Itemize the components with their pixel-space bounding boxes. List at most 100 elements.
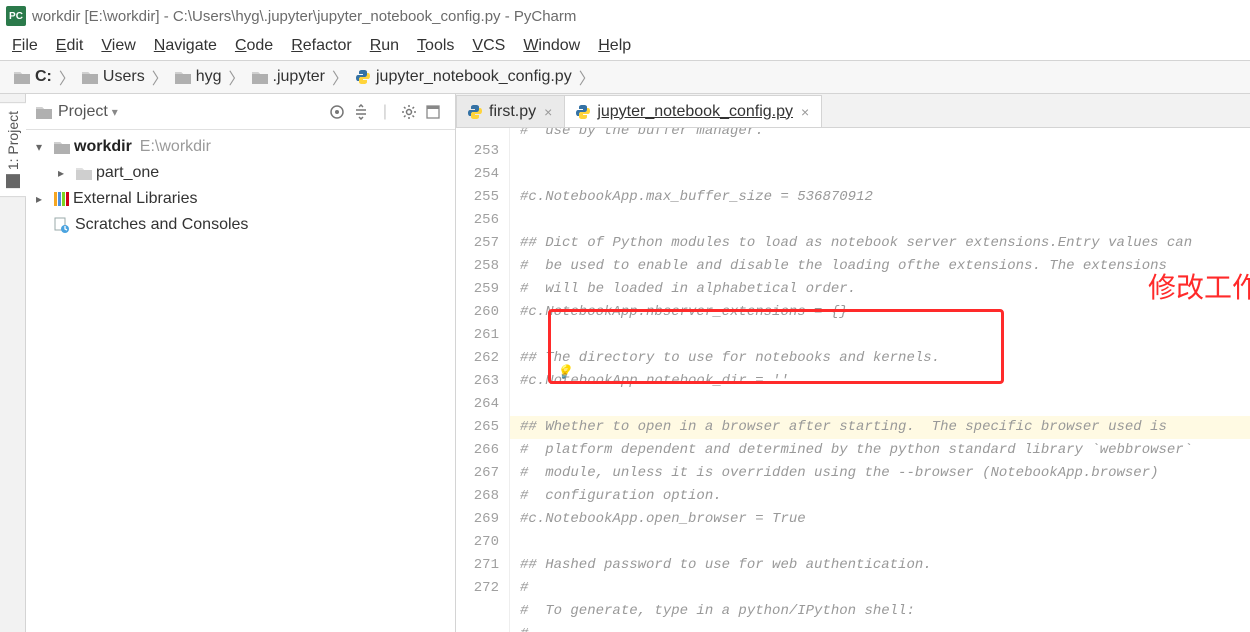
menu-item-view[interactable]: View xyxy=(101,37,135,55)
chevron-right-icon: 〉 xyxy=(576,65,598,89)
code-line[interactable]: # will be loaded in alphabetical order. xyxy=(520,278,1250,301)
window-title: workdir [E:\workdir] - C:\Users\hyg\.jup… xyxy=(32,8,576,25)
project-tool-tab[interactable]: 1: Project xyxy=(0,102,26,197)
tree-item-label: Scratches and Consoles xyxy=(75,216,248,234)
expand-arrow-icon[interactable] xyxy=(36,192,50,206)
menu-item-file[interactable]: File xyxy=(12,37,38,55)
menu-item-vcs[interactable]: VCS xyxy=(472,37,505,55)
scroll-from-source-button[interactable] xyxy=(325,100,349,124)
folder-icon xyxy=(76,166,92,180)
gutter-line-number: 256 xyxy=(456,209,499,232)
gutter-line-number: 261 xyxy=(456,324,499,347)
code-line[interactable] xyxy=(520,209,1250,232)
code-line[interactable] xyxy=(520,393,1250,416)
gutter-line-number: 271 xyxy=(456,554,499,577)
gutter-line-number: 270 xyxy=(456,531,499,554)
code-line[interactable]: # configuration option. xyxy=(520,485,1250,508)
code-line[interactable]: #c.NotebookApp.notebook_dir = '' xyxy=(520,370,1250,393)
crumb-users[interactable]: Users xyxy=(78,68,149,86)
chevron-right-icon: 〉 xyxy=(149,65,171,89)
crumb-hyg[interactable]: hyg xyxy=(171,68,226,86)
gutter-line-number: 260 xyxy=(456,301,499,324)
project-square-icon xyxy=(6,174,20,188)
code-line[interactable]: # module, unless it is overridden using … xyxy=(520,462,1250,485)
crumb-label: C: xyxy=(35,68,52,86)
chevron-right-icon: 〉 xyxy=(226,65,248,89)
folder-icon xyxy=(54,140,70,154)
python-file-icon xyxy=(467,104,483,120)
gutter-line-number: 269 xyxy=(456,508,499,531)
code-line[interactable]: #c.NotebookApp.max_buffer_size = 5368709… xyxy=(520,186,1250,209)
gutter-line-number: 272 xyxy=(456,577,499,600)
code-line[interactable]: #c.NotebookApp.open_browser = True xyxy=(520,508,1250,531)
main-split: 1: Project Project ▾ | xyxy=(0,94,1250,632)
code-line[interactable]: # be used to enable and disable the load… xyxy=(520,255,1250,278)
crumb-jupyter[interactable]: .jupyter xyxy=(248,68,329,86)
python-file-icon xyxy=(355,69,371,85)
scratches-icon xyxy=(53,217,71,233)
folder-icon xyxy=(82,70,98,84)
code-line[interactable]: # platform dependent and determined by t… xyxy=(520,439,1250,462)
chevron-right-icon: 〉 xyxy=(56,65,78,89)
libraries-icon xyxy=(54,192,69,206)
menu-bar: File Edit View Navigate Code Refactor Run Tools… xyxy=(0,32,1250,60)
editor-tabs: first.py× jupyter_notebook_config.py × xyxy=(456,94,1250,128)
editor-tab-jupyternotebookconfigpy[interactable]: jupyter_notebook_config.py × xyxy=(564,95,822,127)
tool-window-strip: 1: Project xyxy=(0,94,26,632)
tree-item-part-one[interactable]: part_one xyxy=(32,160,455,186)
chevron-right-icon: 〉 xyxy=(329,65,351,89)
project-panel-header: Project ▾ | xyxy=(26,94,455,130)
code-line[interactable]: # To generate, type in a python/IPython … xyxy=(520,600,1250,623)
code-line[interactable]: ## Whether to open in a browser after st… xyxy=(510,416,1250,439)
crumb-c[interactable]: C: xyxy=(10,68,56,86)
crumb-jupyternotebookconfigpy[interactable]: jupyter_notebook_config.py xyxy=(351,68,576,86)
menu-item-code[interactable]: Code xyxy=(235,37,273,55)
gutter-line-number: 254 xyxy=(456,163,499,186)
gutter-line-number: 263 xyxy=(456,370,499,393)
tree-external-libraries[interactable]: External Libraries xyxy=(32,186,455,212)
collapse-all-button[interactable] xyxy=(349,100,373,124)
code-area[interactable]: # use by the buffer manager. #c.Notebook… xyxy=(510,128,1250,632)
code-line[interactable]: # xyxy=(520,623,1250,632)
code-line[interactable]: # use by the buffer manager. xyxy=(520,128,1250,140)
tree-scratches[interactable]: Scratches and Consoles xyxy=(32,212,455,238)
code-editor[interactable]: 2532542552562572582592602612622632642652… xyxy=(456,128,1250,632)
menu-item-help[interactable]: Help xyxy=(598,37,631,55)
chevron-down-icon[interactable]: ▾ xyxy=(112,105,118,119)
settings-button[interactable] xyxy=(397,100,421,124)
gutter-line-number: 265 xyxy=(456,416,499,439)
gutter-line-number: 253 xyxy=(456,140,499,163)
menu-item-run[interactable]: Run xyxy=(370,37,399,55)
code-line[interactable] xyxy=(520,324,1250,347)
pycharm-logo-icon: PC xyxy=(6,6,26,26)
folder-icon xyxy=(175,70,191,84)
code-line[interactable]: #c.NotebookApp.nbserver_extensions = {} xyxy=(520,301,1250,324)
title-bar: PC workdir [E:\workdir] - C:\Users\hyg\.… xyxy=(0,0,1250,32)
tree-item-label: External Libraries xyxy=(73,190,198,208)
tree-root-name: workdir xyxy=(74,138,132,156)
hide-panel-button[interactable] xyxy=(421,100,445,124)
intention-bulb-icon[interactable]: 💡 xyxy=(556,361,572,384)
tab-label: jupyter_notebook_config.py xyxy=(597,103,793,121)
editor-tab-firstpy[interactable]: first.py× xyxy=(456,95,565,127)
menu-item-refactor[interactable]: Refactor xyxy=(291,37,351,55)
expand-arrow-icon[interactable] xyxy=(36,140,50,154)
editor-panel: first.py× jupyter_notebook_config.py × 253… xyxy=(456,94,1250,632)
code-line[interactable]: ## The directory to use for notebooks an… xyxy=(520,347,1250,370)
tree-item-label: part_one xyxy=(96,164,159,182)
gutter: 2532542552562572582592602612622632642652… xyxy=(456,128,510,632)
close-tab-icon[interactable]: × xyxy=(799,104,811,120)
menu-item-window[interactable]: Window xyxy=(523,37,580,55)
code-line[interactable]: # xyxy=(520,577,1250,600)
menu-item-edit[interactable]: Edit xyxy=(56,37,84,55)
code-line[interactable]: ## Dict of Python modules to load as not… xyxy=(520,232,1250,255)
menu-item-navigate[interactable]: Navigate xyxy=(154,37,217,55)
expand-arrow-icon[interactable] xyxy=(58,166,72,180)
code-line[interactable] xyxy=(520,531,1250,554)
code-line[interactable]: ## Hashed password to use for web authen… xyxy=(520,554,1250,577)
crumb-label: jupyter_notebook_config.py xyxy=(376,68,572,86)
menu-item-tools[interactable]: Tools xyxy=(417,37,454,55)
close-tab-icon[interactable]: × xyxy=(542,104,554,120)
tree-root[interactable]: workdir E:\workdir xyxy=(32,134,455,160)
folder-icon xyxy=(252,70,268,84)
